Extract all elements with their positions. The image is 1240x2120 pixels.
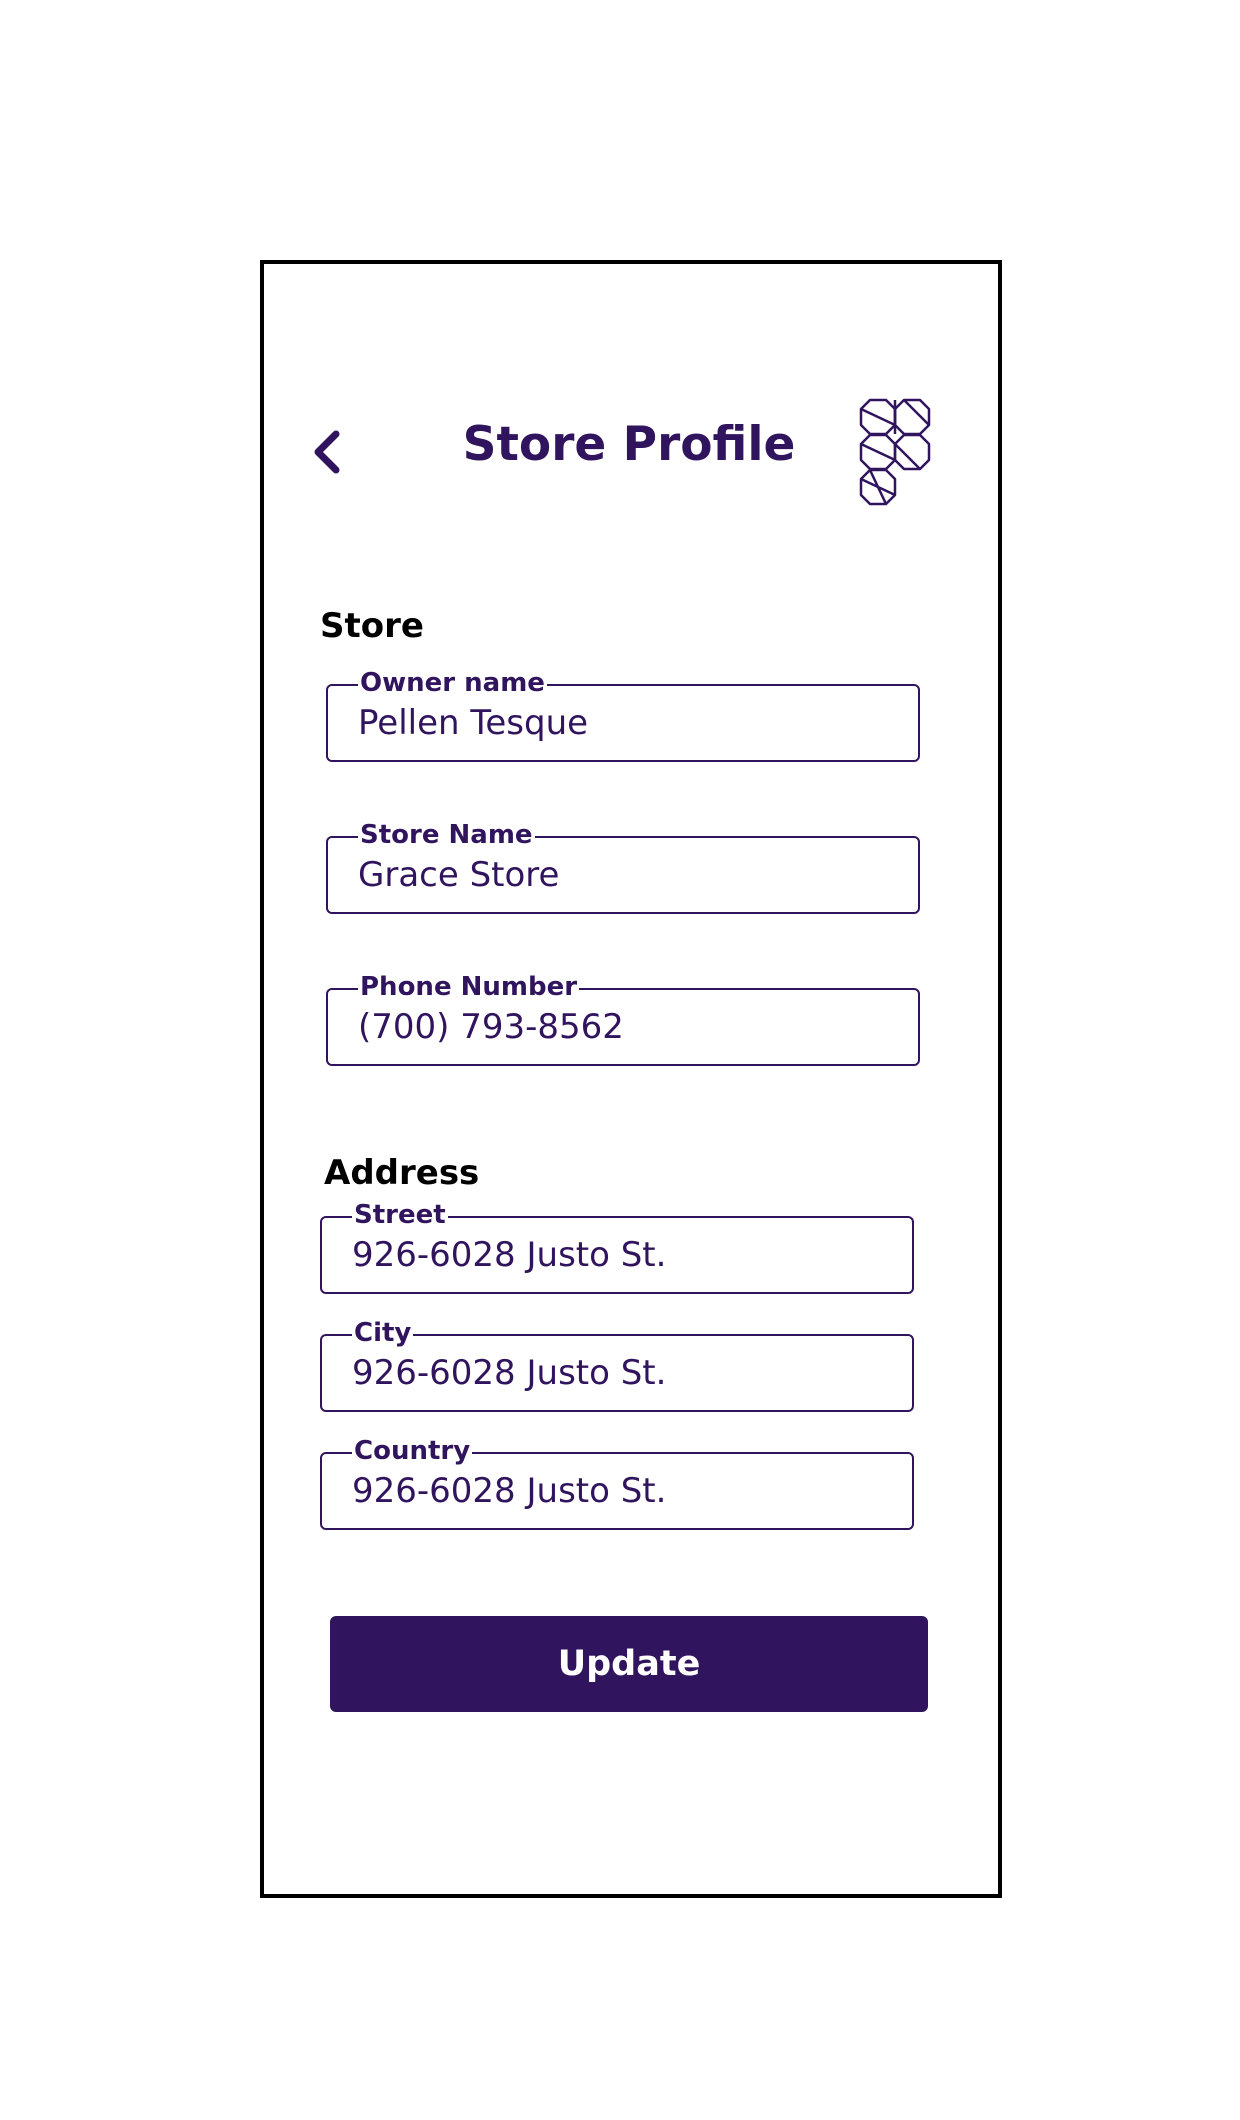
store-name-input[interactable] <box>358 852 898 898</box>
store-name-label: Store Name <box>358 820 535 850</box>
owner-name-input[interactable] <box>358 700 898 746</box>
country-label: Country <box>352 1436 473 1466</box>
country-field: Country <box>320 1436 914 1530</box>
phone-number-input[interactable] <box>358 1004 898 1050</box>
phone-number-label: Phone Number <box>358 972 580 1002</box>
update-button[interactable]: Update <box>330 1616 928 1712</box>
phone-frame: Store Profile Store Owner name Pellen Te… <box>260 260 1002 1898</box>
city-input[interactable] <box>352 1350 892 1396</box>
figma-style-logo-icon <box>859 398 931 506</box>
city-field: City <box>320 1318 914 1412</box>
store-section-heading: Store <box>320 606 424 646</box>
chevron-left-icon <box>314 430 340 474</box>
page-title: Store Profile <box>462 417 796 472</box>
city-label: City <box>352 1318 414 1348</box>
country-input[interactable] <box>352 1468 892 1514</box>
owner-name-label: Owner name <box>358 668 547 698</box>
phone-number-field: Phone Number <box>326 972 920 1066</box>
logo <box>858 398 932 506</box>
street-label: Street <box>352 1200 448 1230</box>
owner-name-field: Owner name <box>326 668 920 762</box>
street-field: Street <box>320 1200 914 1294</box>
street-input[interactable] <box>352 1232 892 1278</box>
back-button[interactable] <box>304 424 350 480</box>
store-name-field: Store Name <box>326 820 920 914</box>
address-section-heading: Address <box>324 1153 480 1193</box>
